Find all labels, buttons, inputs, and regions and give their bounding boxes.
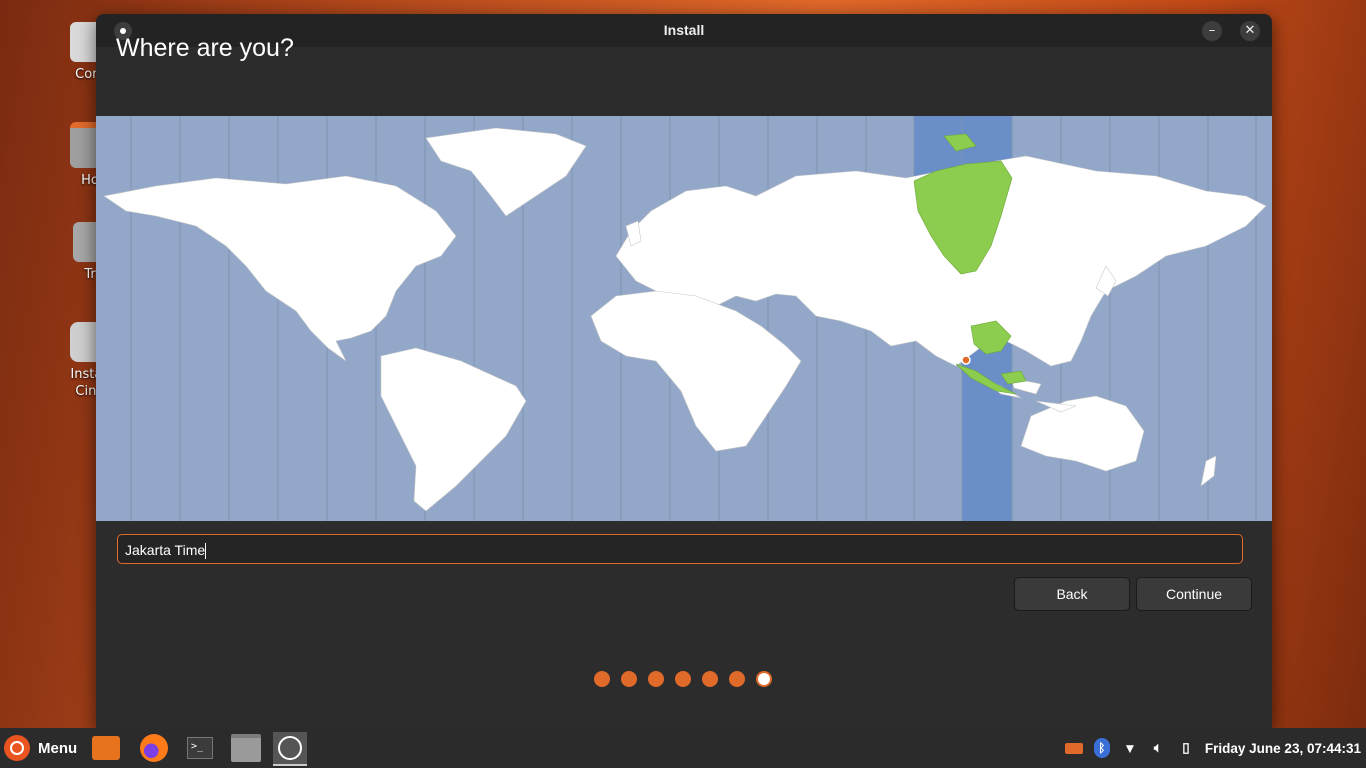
progress-dot bbox=[729, 671, 745, 687]
installer-icon bbox=[278, 736, 302, 760]
timezone-input[interactable]: Jakarta Time bbox=[117, 534, 1243, 564]
keyboard-icon[interactable] bbox=[1064, 739, 1083, 757]
folder-icon bbox=[231, 734, 261, 762]
volume-icon[interactable]: 🔈︎ bbox=[1149, 739, 1167, 757]
system-tray: ᛒ ▼ 🔈︎ ▯ Friday June 23, 07:44:31 bbox=[1064, 728, 1366, 768]
clock[interactable]: Friday June 23, 07:44:31 bbox=[1205, 741, 1361, 756]
terminal-icon: >_ bbox=[187, 737, 213, 759]
menu-button[interactable]: Menu bbox=[4, 734, 77, 762]
page-header: Where are you? bbox=[96, 34, 1272, 116]
progress-dot bbox=[702, 671, 718, 687]
launcher-files-orange[interactable] bbox=[89, 732, 123, 764]
launcher-terminal[interactable]: >_ bbox=[183, 732, 217, 764]
continue-button[interactable]: Continue bbox=[1136, 577, 1252, 611]
launcher-firefox[interactable] bbox=[137, 732, 171, 764]
progress-dot-current bbox=[756, 671, 772, 687]
files-orange-icon bbox=[92, 736, 120, 760]
page-title: Where are you? bbox=[116, 34, 294, 62]
location-marker bbox=[961, 355, 971, 365]
menu-label: Menu bbox=[38, 739, 78, 757]
close-button[interactable]: ✕ bbox=[1240, 21, 1260, 41]
firefox-icon bbox=[140, 734, 168, 762]
minimize-button[interactable]: – bbox=[1202, 21, 1222, 41]
installer-window: Install – ✕ Where are you? Jakarta Time … bbox=[96, 14, 1272, 728]
launcher-installer[interactable] bbox=[273, 732, 307, 766]
progress-dot bbox=[594, 671, 610, 687]
back-button[interactable]: Back bbox=[1014, 577, 1130, 611]
progress-dot bbox=[621, 671, 637, 687]
progress-dot bbox=[675, 671, 691, 687]
launcher-folder[interactable] bbox=[229, 732, 263, 764]
progress-dot bbox=[648, 671, 664, 687]
bluetooth-icon[interactable]: ᛒ bbox=[1093, 738, 1111, 758]
timezone-map[interactable] bbox=[96, 116, 1272, 521]
wifi-icon[interactable]: ▼ bbox=[1121, 739, 1139, 757]
progress-dots bbox=[594, 671, 772, 687]
battery-icon[interactable]: ▯ bbox=[1177, 739, 1195, 757]
ubuntu-logo-icon bbox=[4, 735, 30, 761]
taskbar: Menu >_ ᛒ ▼ 🔈︎ ▯ Friday June 23, 07:44:3… bbox=[0, 728, 1366, 768]
